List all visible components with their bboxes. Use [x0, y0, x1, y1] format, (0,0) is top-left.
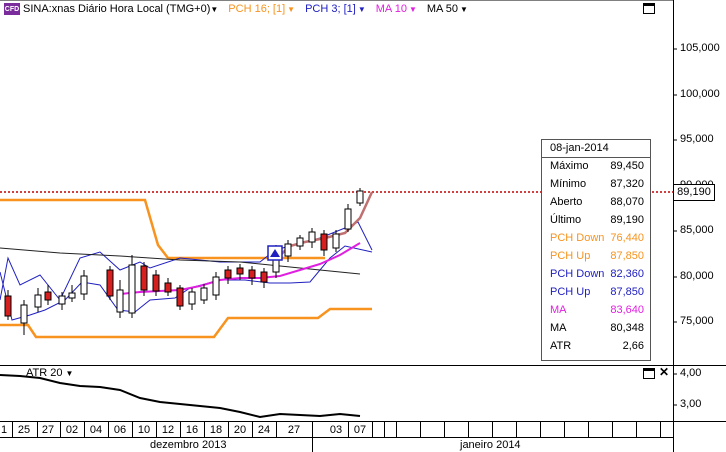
data-window-row-value: 83,640	[610, 304, 644, 316]
atr-axis-label-4: 4,00	[680, 367, 702, 379]
data-window-row: PCH Up 87,850	[550, 250, 644, 268]
date-label: 04	[89, 424, 103, 436]
data-window-row-value: 87,320	[610, 178, 644, 190]
data-window-row-label: Último	[550, 214, 582, 226]
chevron-down-icon: ▼	[65, 368, 74, 378]
price-label-105000: 105,000	[680, 42, 720, 54]
atr-maximize-button[interactable]	[643, 368, 655, 379]
date-label: 03	[329, 424, 343, 436]
close-icon: ✕	[659, 365, 670, 379]
date-label: 27	[41, 424, 55, 436]
data-window-row-value: 88,070	[610, 196, 644, 208]
date-label: 10	[137, 424, 151, 436]
date-label: 24	[257, 424, 271, 436]
data-window-row-label: Aberto	[550, 196, 583, 208]
date-label: 12	[161, 424, 175, 436]
data-window-row-label: PCH Down	[550, 232, 605, 244]
data-window-row-value: 76,440	[610, 232, 644, 244]
price-label-95000: 95,000	[680, 133, 714, 145]
data-window-row: PCH Up 87,850	[550, 286, 644, 304]
data-window-row-label: MA	[550, 304, 567, 316]
data-window-row-value: 2,66	[622, 340, 644, 352]
data-window-row-value: 82,360	[610, 268, 644, 280]
date-label: 07	[353, 424, 367, 436]
month-label-january: janeiro 2014	[460, 439, 521, 451]
data-window-row-value: 80,348	[610, 322, 644, 334]
ma50-line	[0, 247, 361, 275]
data-window-row: PCH Down 82,360	[550, 268, 644, 286]
data-window-row-value: 87,850	[610, 286, 644, 298]
price-label-80000: 80,000	[680, 270, 714, 282]
atr-axis-label-3: 3,00	[680, 398, 702, 410]
data-window-row-label: Mínimo	[550, 178, 587, 190]
data-window-row-value: 89,450	[610, 160, 644, 172]
data-window-date: 08-jan-2014	[550, 142, 609, 154]
data-window-row: MA 80,348	[550, 322, 644, 340]
date-label: 02	[65, 424, 79, 436]
data-window-row: PCH Down 76,440	[550, 232, 644, 250]
data-window-row-label: PCH Up	[550, 250, 591, 262]
date-label: 06	[113, 424, 127, 436]
data-window-row-value: 87,850	[610, 250, 644, 262]
month-label-december: dezembro 2013	[150, 439, 227, 451]
date-label: 25	[17, 424, 31, 436]
data-window-row-label: ATR	[550, 340, 572, 352]
data-window-row: MA 83,640	[550, 304, 644, 322]
current-price-tag: 89,190	[673, 184, 715, 201]
atr-line	[0, 374, 361, 419]
atr-close-button[interactable]: ✕	[659, 366, 669, 378]
data-window-row: ATR 2,66	[550, 340, 644, 358]
atr-legend[interactable]: ATR 20 ▼	[26, 367, 73, 379]
price-label-100000: 100,000	[680, 88, 720, 100]
price-label-75000: 75,000	[680, 315, 714, 327]
date-label: 16	[185, 424, 199, 436]
price-label-85000: 85,000	[680, 224, 714, 236]
data-window-row-value: 89,190	[610, 214, 644, 226]
data-window-row: Último 89,190	[550, 214, 644, 232]
data-window: 08-jan-2014 Máximo 89,450 Mínimo 87,320 Aber…	[541, 139, 651, 361]
pch16-lower-line	[0, 307, 372, 339]
data-window-row-label: Máximo	[550, 160, 589, 172]
date-label: 18	[209, 424, 223, 436]
date-label: 20	[233, 424, 247, 436]
event-marker-icon[interactable]	[267, 245, 283, 261]
data-window-row-label: PCH Up	[550, 286, 591, 298]
date-label: 27	[287, 424, 301, 436]
chart-window: CFD SINA:xnas Diário Hora Local (TMG+0)▼…	[0, 0, 726, 452]
data-window-row-label: MA	[550, 322, 567, 334]
data-window-row-label: PCH Down	[550, 268, 605, 280]
maximize-icon	[644, 369, 654, 371]
maximize-button[interactable]	[643, 3, 655, 14]
maximize-icon	[644, 4, 654, 6]
data-window-row: Máximo 89,450	[550, 160, 644, 178]
data-window-row: Aberto 88,070	[550, 196, 644, 214]
data-window-divider	[542, 157, 650, 158]
data-window-row: Mínimo 87,320	[550, 178, 644, 196]
atr-legend-label: ATR 20	[26, 367, 63, 379]
candles	[4, 188, 364, 335]
